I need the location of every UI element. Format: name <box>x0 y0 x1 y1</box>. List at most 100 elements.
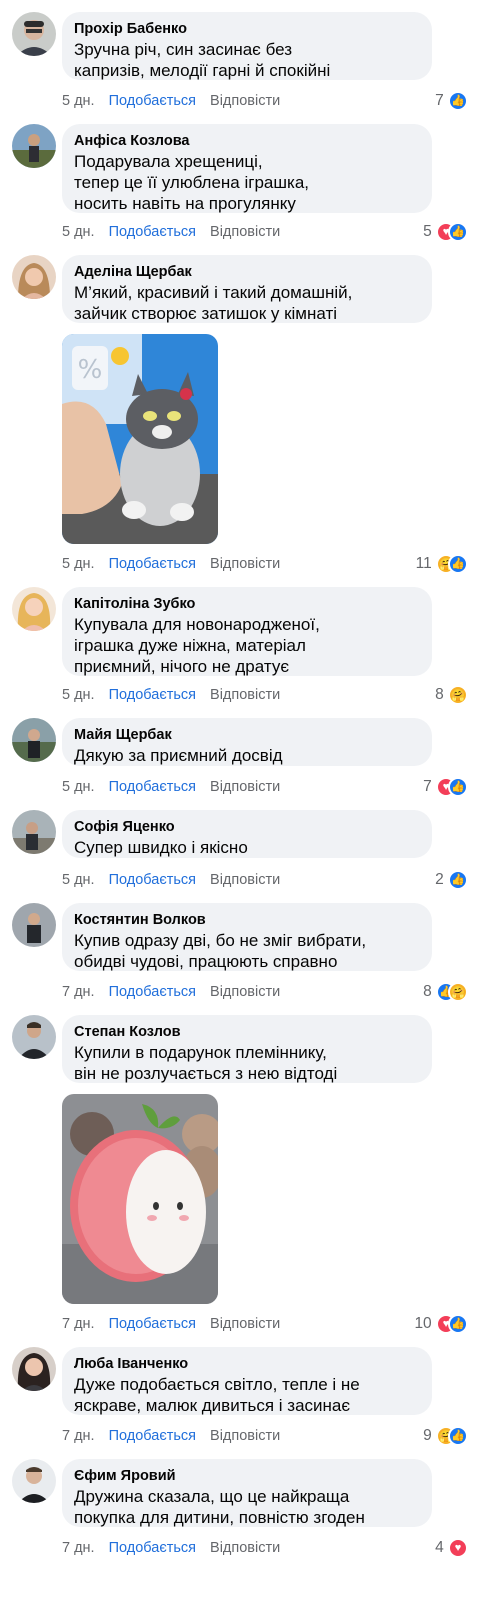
avatar[interactable] <box>12 12 56 56</box>
comment-text: Зручна річ, син засинає без капризів, ме… <box>74 40 331 80</box>
reaction-summary[interactable]: 7 ♥ 👍 <box>423 776 468 798</box>
like-button[interactable]: Подобається <box>109 556 196 572</box>
comment-text: М’який, красивий і такий домашній, зайчи… <box>74 283 353 323</box>
comment-text: Купувала для новонародженої, іграшка дуж… <box>74 615 320 676</box>
avatar[interactable] <box>12 903 56 947</box>
comment-actions: 5 дн. Подобається Відповісти <box>62 776 280 798</box>
like-button[interactable]: Подобається <box>109 1316 196 1332</box>
comment-actions: 5 дн. Подобається Відповісти <box>62 221 280 243</box>
like-reaction-icon: 👍 <box>448 1426 468 1446</box>
comment-text: Супер швидко і якісно <box>74 838 248 857</box>
like-button[interactable]: Подобається <box>109 1540 196 1556</box>
reaction-count: 8 <box>423 983 432 1000</box>
reply-button[interactable]: Відповісти <box>210 1540 280 1556</box>
like-reaction-icon: 👍 <box>448 91 468 111</box>
reply-button[interactable]: Відповісти <box>210 1428 280 1444</box>
reaction-summary[interactable]: 9 🤗 👍 <box>423 1425 468 1447</box>
reaction-summary[interactable]: 7 👍 <box>435 90 468 112</box>
comment-actions: 5 дн. Подобається Відповісти <box>62 684 280 706</box>
comment-actions: 7 дн. Подобається Відповісти <box>62 981 280 1003</box>
avatar[interactable] <box>12 255 56 299</box>
like-button[interactable]: Подобається <box>109 779 196 795</box>
like-button[interactable]: Подобається <box>109 687 196 703</box>
care-reaction-icon: 🤗 <box>448 685 468 705</box>
reaction-summary[interactable]: 11 🤗 👍 <box>416 553 468 575</box>
reply-button[interactable]: Відповісти <box>210 872 280 888</box>
reaction-summary[interactable]: 5 ♥ 👍 <box>423 221 468 243</box>
comment-author[interactable]: Софія Яценко <box>74 818 420 837</box>
comment-author[interactable]: Майя Щербак <box>74 726 420 745</box>
plush-cat-photo[interactable]: % <box>62 334 218 544</box>
reaction-count: 5 <box>423 223 432 240</box>
reply-button[interactable]: Відповісти <box>210 687 280 703</box>
comment-bubble: Софія Яценко Супер швидко і якісно <box>62 810 432 858</box>
comment-time[interactable]: 7 дн. <box>62 1428 95 1444</box>
comment-time[interactable]: 5 дн. <box>62 93 95 109</box>
reaction-summary[interactable]: 8 👍 🤗 <box>423 981 468 1003</box>
comment-author[interactable]: Аделіна Щербак <box>74 263 420 282</box>
comment-time[interactable]: 7 дн. <box>62 984 95 1000</box>
love-reaction-icon: ♥ <box>448 1538 468 1558</box>
reply-button[interactable]: Відповісти <box>210 779 280 795</box>
reaction-count: 7 <box>423 778 432 795</box>
comment-time[interactable]: 5 дн. <box>62 779 95 795</box>
comment-author[interactable]: Капітоліна Зубко <box>74 595 420 614</box>
comment-text: Дружина сказала, що це найкраща покупка … <box>74 1487 365 1527</box>
reaction-summary[interactable]: 4 ♥ <box>435 1537 468 1559</box>
comment-text: Подарувала хрещениці, тепер це її улюбле… <box>74 152 310 213</box>
comment-author[interactable]: Люба Іванченко <box>74 1355 420 1374</box>
avatar[interactable] <box>12 587 56 631</box>
reply-button[interactable]: Відповісти <box>210 93 280 109</box>
reaction-count: 9 <box>423 1427 432 1444</box>
strawberry-bunny-photo[interactable] <box>62 1094 218 1304</box>
comment-time[interactable]: 7 дн. <box>62 1540 95 1556</box>
comment-time[interactable]: 5 дн. <box>62 687 95 703</box>
comment-text: Дякую за приємний досвід <box>74 746 283 765</box>
comment-bubble: Костянтин Волков Купив одразу дві, бо не… <box>62 903 432 971</box>
svg-text:%: % <box>78 355 103 385</box>
comment-time[interactable]: 7 дн. <box>62 1316 95 1332</box>
comment-bubble: Єфим Яровий Дружина сказала, що це найкр… <box>62 1459 432 1527</box>
like-reaction-icon: 👍 <box>448 1314 468 1334</box>
comment-text: Дуже подобається світло, тепле і не яскр… <box>74 1375 360 1415</box>
like-button[interactable]: Подобається <box>109 984 196 1000</box>
avatar[interactable] <box>12 718 56 762</box>
reply-button[interactable]: Відповісти <box>210 556 280 572</box>
like-button[interactable]: Подобається <box>109 93 196 109</box>
comment-actions: 5 дн. Подобається Відповісти <box>62 90 280 112</box>
like-reaction-icon: 👍 <box>448 222 468 242</box>
comment-actions: 5 дн. Подобається Відповісти <box>62 869 280 891</box>
comment-bubble: Степан Козлов Купили в подарунок племінн… <box>62 1015 432 1083</box>
comment-time[interactable]: 5 дн. <box>62 872 95 888</box>
comment-author[interactable]: Прохір Бабенко <box>74 20 420 39</box>
reaction-count: 4 <box>435 1539 444 1556</box>
reaction-count: 8 <box>435 686 444 703</box>
reaction-summary[interactable]: 10 ♥ 👍 <box>414 1313 468 1335</box>
comment-author[interactable]: Костянтин Волков <box>74 911 420 930</box>
like-reaction-icon: 👍 <box>448 777 468 797</box>
comment-author[interactable]: Єфим Яровий <box>74 1467 420 1486</box>
reply-button[interactable]: Відповісти <box>210 1316 280 1332</box>
reply-button[interactable]: Відповісти <box>210 984 280 1000</box>
reaction-count: 7 <box>435 92 444 109</box>
reaction-summary[interactable]: 8 🤗 <box>435 684 468 706</box>
like-button[interactable]: Подобається <box>109 872 196 888</box>
reaction-summary[interactable]: 2 👍 <box>435 869 468 891</box>
avatar[interactable] <box>12 1015 56 1059</box>
avatar[interactable] <box>12 810 56 854</box>
avatar[interactable] <box>12 1459 56 1503</box>
comment-text: Купили в подарунок племіннику, він не ро… <box>74 1043 338 1083</box>
avatar[interactable] <box>12 1347 56 1391</box>
comment-author[interactable]: Анфіса Козлова <box>74 132 420 151</box>
like-reaction-icon: 👍 <box>448 554 468 574</box>
avatar[interactable] <box>12 124 56 168</box>
reaction-count: 10 <box>414 1315 432 1332</box>
comment-bubble: Анфіса Козлова Подарувала хрещениці, теп… <box>62 124 432 213</box>
comment-author[interactable]: Степан Козлов <box>74 1023 420 1042</box>
like-button[interactable]: Подобається <box>109 1428 196 1444</box>
reaction-count: 11 <box>415 555 432 572</box>
comment-time[interactable]: 5 дн. <box>62 556 95 572</box>
comment-time[interactable]: 5 дн. <box>62 224 95 240</box>
reply-button[interactable]: Відповісти <box>210 224 280 240</box>
like-button[interactable]: Подобається <box>109 224 196 240</box>
